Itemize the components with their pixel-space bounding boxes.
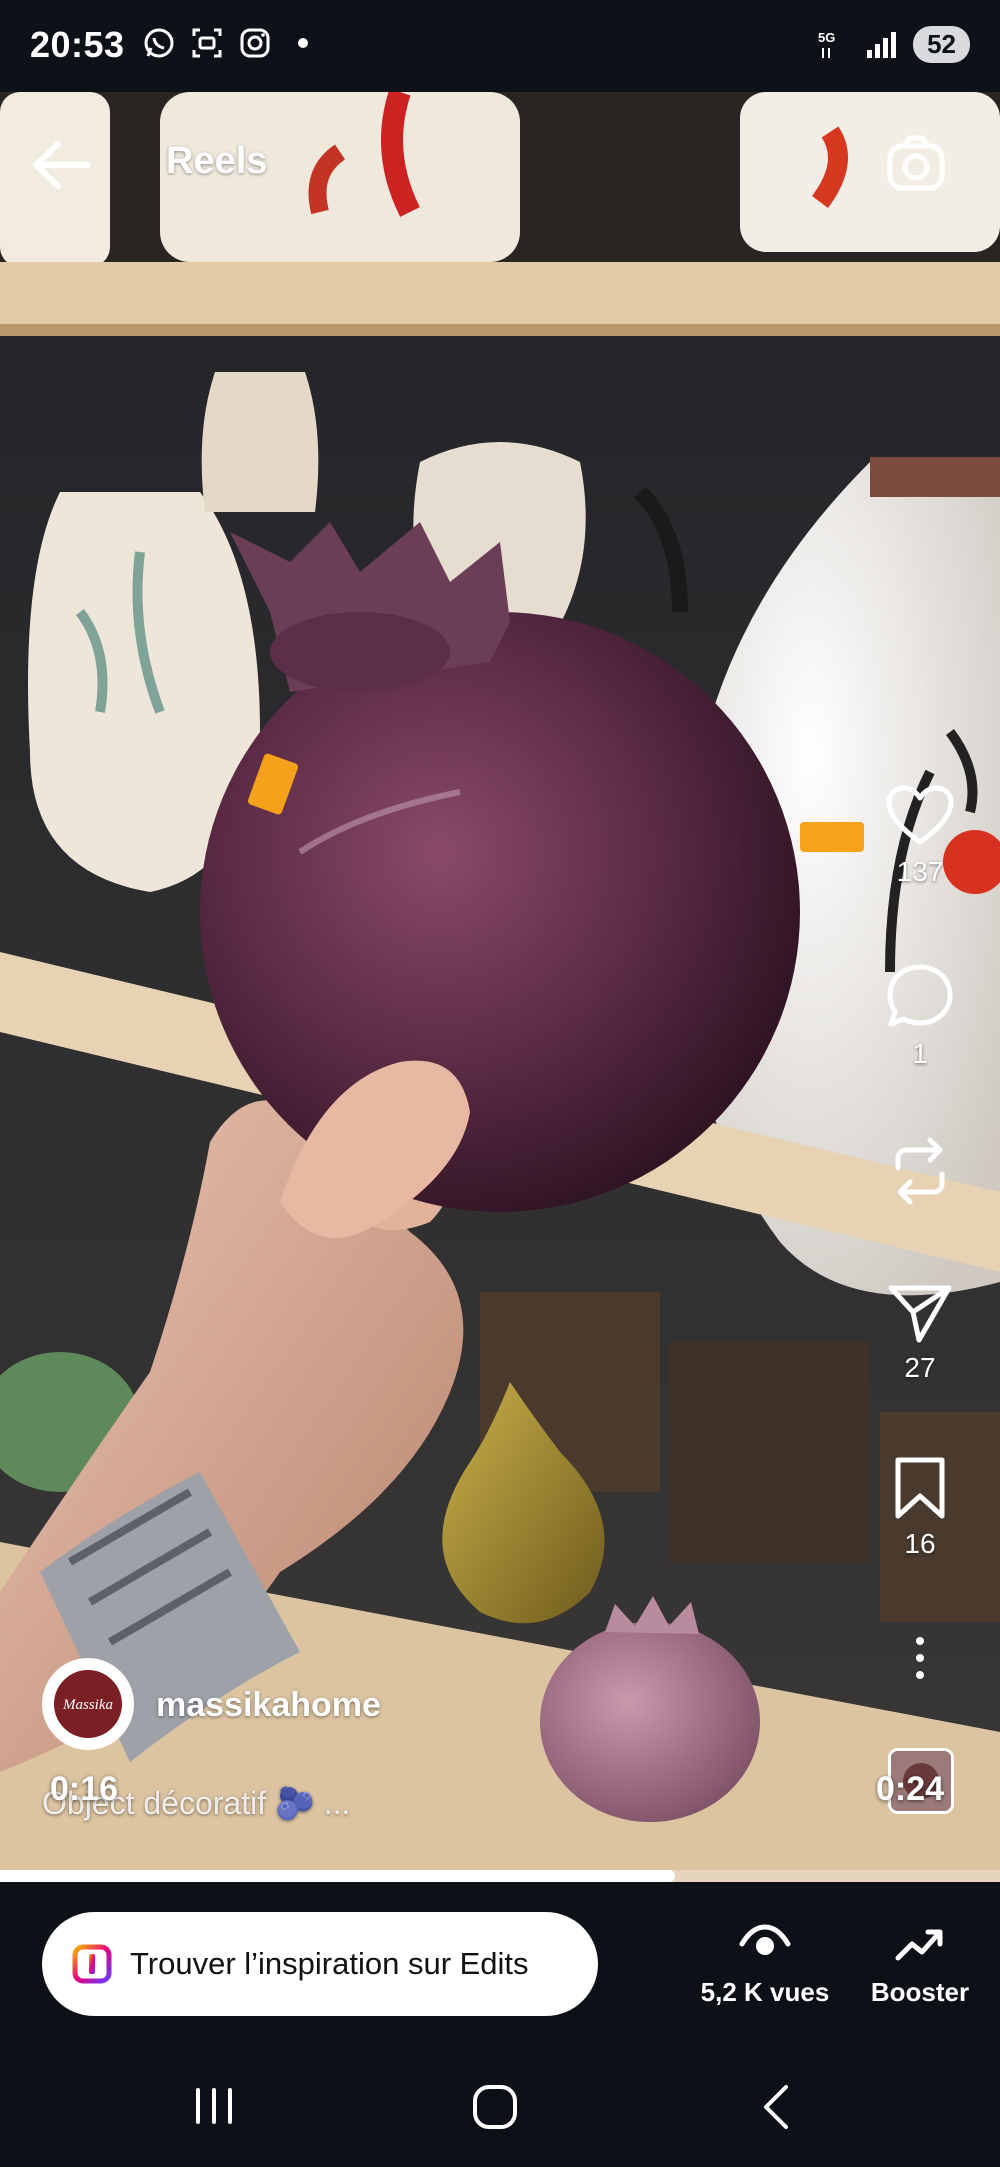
elapsed-time: 0:16	[50, 1770, 119, 1808]
total-duration: 0:24	[876, 1770, 945, 1808]
save-action[interactable]: 16	[870, 1456, 970, 1560]
home-icon[interactable]	[470, 2082, 520, 2132]
massika-logo: Massika	[45, 1661, 131, 1747]
page-title: Reels	[166, 140, 268, 182]
share-count: 27	[904, 1352, 936, 1383]
save-count: 16	[904, 1528, 936, 1559]
svg-text:Massika: Massika	[62, 1697, 113, 1713]
notification-dot	[298, 38, 308, 48]
repost-action[interactable]	[870, 1134, 970, 1208]
system-navigation-bar	[0, 2052, 1000, 2167]
reel-video[interactable]	[0, 92, 1000, 1882]
network-5g-icon: 5G	[818, 30, 835, 58]
status-notification-icons	[142, 26, 308, 60]
author-avatar[interactable]: Massika	[42, 1658, 134, 1750]
video-progress-fill	[0, 1870, 675, 1882]
camera-icon[interactable]	[884, 132, 948, 196]
edits-inspiration-button[interactable]: Trouver l’inspiration sur Edits	[42, 1912, 598, 2016]
more-vertical-icon[interactable]	[910, 1636, 930, 1680]
status-time: 20:53	[30, 24, 125, 65]
views-indicator[interactable]: 5,2 K vues	[700, 1924, 830, 2008]
comment-count: 1	[912, 1038, 928, 1069]
scan-icon	[192, 28, 222, 58]
back-arrow-icon[interactable]	[30, 138, 94, 192]
share-action[interactable]: 27	[870, 1282, 970, 1384]
status-bar: 20:53 5G 52	[0, 0, 1000, 92]
back-nav-icon[interactable]	[756, 2082, 796, 2132]
whatsapp-icon	[144, 28, 174, 58]
repost-icon[interactable]	[888, 1134, 952, 1208]
comment-action[interactable]: 1	[870, 962, 970, 1070]
status-system-icons: 5G 52	[817, 26, 970, 63]
paper-plane-icon[interactable]	[887, 1282, 953, 1344]
recent-apps-icon[interactable]	[190, 2082, 238, 2130]
boost-label: Booster	[870, 1977, 970, 2007]
heart-icon[interactable]	[885, 784, 955, 848]
bottom-action-bar: Trouver l’inspiration sur Edits 5,2 K vu…	[0, 1882, 1000, 2052]
signal-icon	[867, 31, 897, 58]
edits-logo-icon	[72, 1944, 112, 1984]
instagram-icon	[240, 28, 270, 58]
bookmark-icon[interactable]	[892, 1456, 948, 1520]
like-action[interactable]: 137	[870, 784, 970, 888]
views-count: 5,2 K vues	[700, 1977, 830, 2007]
boost-button[interactable]: Booster	[860, 1924, 980, 2008]
more-options[interactable]	[870, 1636, 970, 1680]
author-username[interactable]: massikahome	[156, 1686, 381, 1725]
eye-icon	[739, 1924, 791, 1955]
battery-indicator: 52	[913, 26, 970, 63]
trending-up-icon	[895, 1929, 943, 1961]
comment-icon[interactable]	[885, 962, 955, 1030]
video-progress-bar[interactable]	[0, 1870, 1000, 1882]
edits-button-label: Trouver l’inspiration sur Edits	[130, 1946, 529, 1981]
like-count: 137	[896, 856, 944, 887]
svg-text:5G: 5G	[818, 30, 835, 45]
